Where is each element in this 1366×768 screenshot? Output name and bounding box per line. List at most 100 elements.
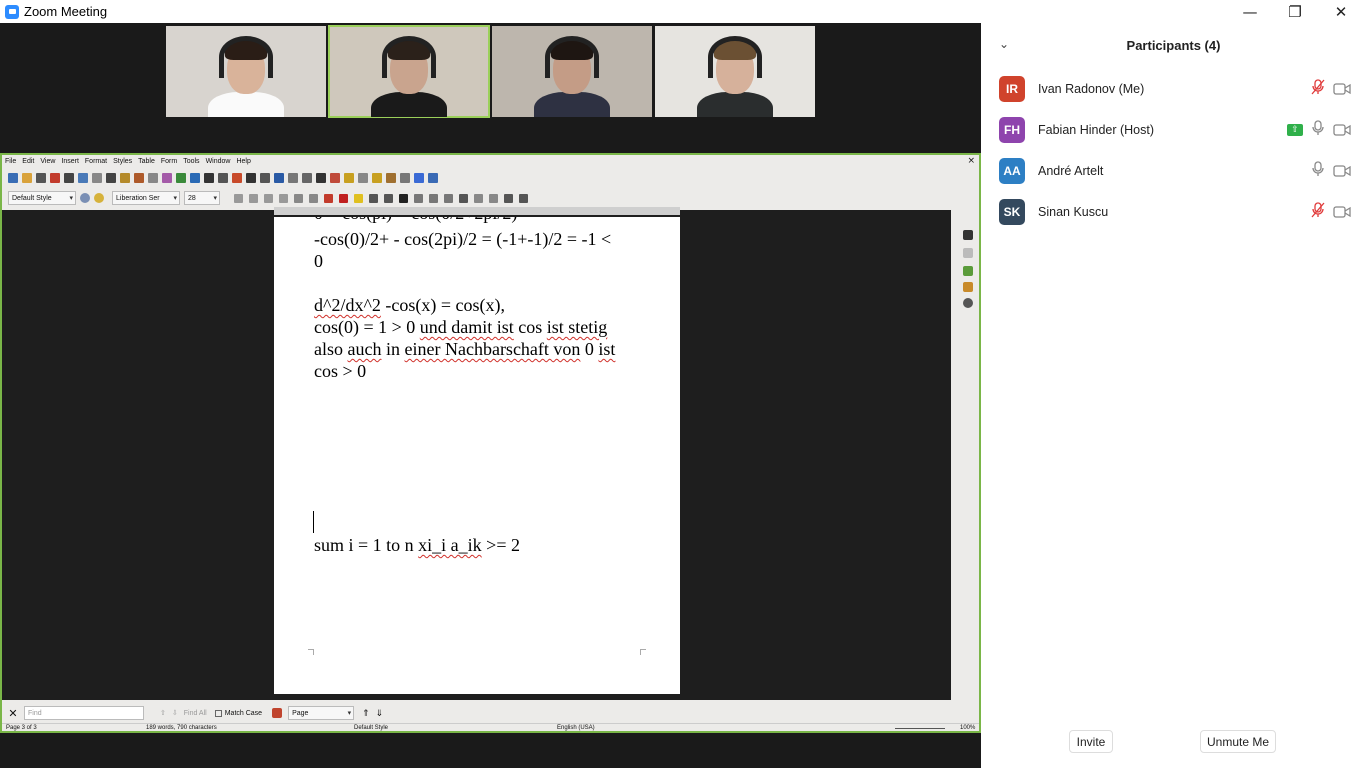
- formatting-toolbar-icon[interactable]: [489, 193, 498, 203]
- standard-toolbar-icon[interactable]: [92, 173, 102, 183]
- gallery-icon[interactable]: [963, 282, 973, 292]
- find-all-button[interactable]: Find All: [184, 710, 207, 717]
- standard-toolbar-icon[interactable]: [330, 173, 340, 183]
- previous-page-icon[interactable]: ⇑: [362, 708, 370, 719]
- menu-item-file[interactable]: File: [5, 158, 16, 165]
- zoom-slider[interactable]: [895, 728, 945, 729]
- find-input[interactable]: Find: [24, 706, 144, 720]
- formatting-toolbar-icon[interactable]: [264, 193, 273, 203]
- next-page-icon[interactable]: ⇓: [376, 708, 384, 719]
- video-camera-icon[interactable]: [1333, 121, 1351, 140]
- formatting-toolbar-icon[interactable]: [474, 193, 483, 203]
- standard-toolbar-icon[interactable]: [22, 173, 32, 183]
- menu-item-format[interactable]: Format: [85, 158, 107, 165]
- styles-icon[interactable]: [963, 266, 973, 276]
- standard-toolbar-icon[interactable]: [344, 173, 354, 183]
- standard-toolbar-icon[interactable]: [176, 173, 186, 183]
- find-next-icon[interactable]: ⇩: [172, 709, 178, 717]
- video-thumbnail[interactable]: [492, 26, 652, 117]
- standard-toolbar-icon[interactable]: [372, 173, 382, 183]
- participant-row[interactable]: FH Fabian Hinder (Host) ⇧: [999, 116, 1351, 144]
- paragraph-style-select[interactable]: Default Style: [8, 191, 76, 205]
- menu-item-tools[interactable]: Tools: [183, 158, 199, 165]
- standard-toolbar-icon[interactable]: [50, 173, 60, 183]
- menu-item-edit[interactable]: Edit: [22, 158, 34, 165]
- navigator-icon[interactable]: [963, 298, 973, 308]
- formatting-toolbar-icon[interactable]: [444, 193, 453, 203]
- menu-item-table[interactable]: Table: [138, 158, 155, 165]
- formatting-toolbar-icon[interactable]: [504, 193, 513, 203]
- video-thumbnail-active-speaker[interactable]: [328, 25, 490, 118]
- formatting-toolbar-icon[interactable]: [249, 193, 258, 203]
- standard-toolbar-icon[interactable]: [148, 173, 158, 183]
- standard-toolbar-icon[interactable]: [428, 173, 438, 183]
- minimize-button[interactable]: —: [1227, 0, 1273, 23]
- video-camera-icon[interactable]: [1333, 80, 1351, 99]
- video-thumbnail[interactable]: [166, 26, 326, 117]
- menu-item-form[interactable]: Form: [161, 158, 177, 165]
- standard-toolbar-icon[interactable]: [218, 173, 228, 183]
- invite-button[interactable]: Invite: [1069, 730, 1113, 753]
- document-close-button[interactable]: ×: [967, 156, 975, 166]
- video-camera-icon[interactable]: [1333, 162, 1351, 181]
- mic-muted-icon[interactable]: [1311, 202, 1325, 222]
- properties-icon[interactable]: [963, 230, 973, 240]
- formatting-toolbar-icon[interactable]: [429, 193, 438, 203]
- navigate-by-select[interactable]: Page: [288, 706, 355, 720]
- participant-row[interactable]: IR Ivan Radonov (Me): [999, 75, 1351, 103]
- participant-row[interactable]: AA André Artelt: [999, 157, 1351, 185]
- standard-toolbar-icon[interactable]: [302, 173, 312, 183]
- standard-toolbar-icon[interactable]: [386, 173, 396, 183]
- match-case-checkbox[interactable]: [214, 709, 222, 717]
- page-icon[interactable]: [963, 248, 973, 258]
- menu-item-styles[interactable]: Styles: [113, 158, 132, 165]
- close-button[interactable]: ✕: [1318, 0, 1364, 23]
- unmute-me-button[interactable]: Unmute Me: [1200, 730, 1276, 753]
- standard-toolbar-icon[interactable]: [134, 173, 144, 183]
- standard-toolbar-icon[interactable]: [106, 173, 116, 183]
- mic-icon[interactable]: [1311, 120, 1325, 140]
- standard-toolbar-icon[interactable]: [414, 173, 424, 183]
- find-previous-icon[interactable]: ⇧: [160, 709, 166, 717]
- maximize-button[interactable]: ❐: [1272, 0, 1318, 23]
- formatting-toolbar-icon[interactable]: [324, 193, 333, 203]
- formatting-toolbar-icon[interactable]: [519, 193, 528, 203]
- menu-item-help[interactable]: Help: [236, 158, 250, 165]
- formatting-toolbar-icon[interactable]: [459, 193, 468, 203]
- formatting-toolbar-icon[interactable]: [369, 193, 378, 203]
- formatting-toolbar-icon[interactable]: [309, 193, 318, 203]
- mic-icon[interactable]: [1311, 161, 1325, 181]
- close-find-icon[interactable]: ✕: [6, 707, 20, 720]
- standard-toolbar-icon[interactable]: [246, 173, 256, 183]
- mic-muted-icon[interactable]: [1311, 79, 1325, 99]
- standard-toolbar-icon[interactable]: [358, 173, 368, 183]
- formatting-toolbar-icon[interactable]: [399, 193, 408, 203]
- standard-toolbar-icon[interactable]: [204, 173, 214, 183]
- menu-item-insert[interactable]: Insert: [61, 158, 79, 165]
- formatting-toolbar-icon[interactable]: [384, 193, 393, 203]
- standard-toolbar-icon[interactable]: [288, 173, 298, 183]
- standard-toolbar-icon[interactable]: [316, 173, 326, 183]
- participant-row[interactable]: SK Sinan Kuscu: [999, 198, 1351, 226]
- standard-toolbar-icon[interactable]: [120, 173, 130, 183]
- formatting-toolbar-icon[interactable]: [234, 193, 243, 203]
- font-size-select[interactable]: 28: [184, 191, 220, 205]
- formatting-toolbar-icon[interactable]: [339, 193, 348, 203]
- new-style-icon[interactable]: [94, 193, 104, 203]
- video-camera-icon[interactable]: [1333, 203, 1351, 222]
- standard-toolbar-icon[interactable]: [8, 173, 18, 183]
- formatting-toolbar-icon[interactable]: [354, 193, 363, 203]
- formatting-toolbar-icon[interactable]: [414, 193, 423, 203]
- formatting-toolbar-icon[interactable]: [294, 193, 303, 203]
- document-page[interactable]: 0 = cos(pi) = cos(0/2+2pi/2) -cos(0)/2+ …: [274, 217, 680, 694]
- standard-toolbar-icon[interactable]: [190, 173, 200, 183]
- find-replace-icon[interactable]: [272, 708, 283, 718]
- standard-toolbar-icon[interactable]: [260, 173, 270, 183]
- menu-item-view[interactable]: View: [40, 158, 55, 165]
- standard-toolbar-icon[interactable]: [64, 173, 74, 183]
- standard-toolbar-icon[interactable]: [36, 173, 46, 183]
- standard-toolbar-icon[interactable]: [232, 173, 242, 183]
- menu-item-window[interactable]: Window: [206, 158, 231, 165]
- standard-toolbar-icon[interactable]: [162, 173, 172, 183]
- standard-toolbar-icon[interactable]: [400, 173, 410, 183]
